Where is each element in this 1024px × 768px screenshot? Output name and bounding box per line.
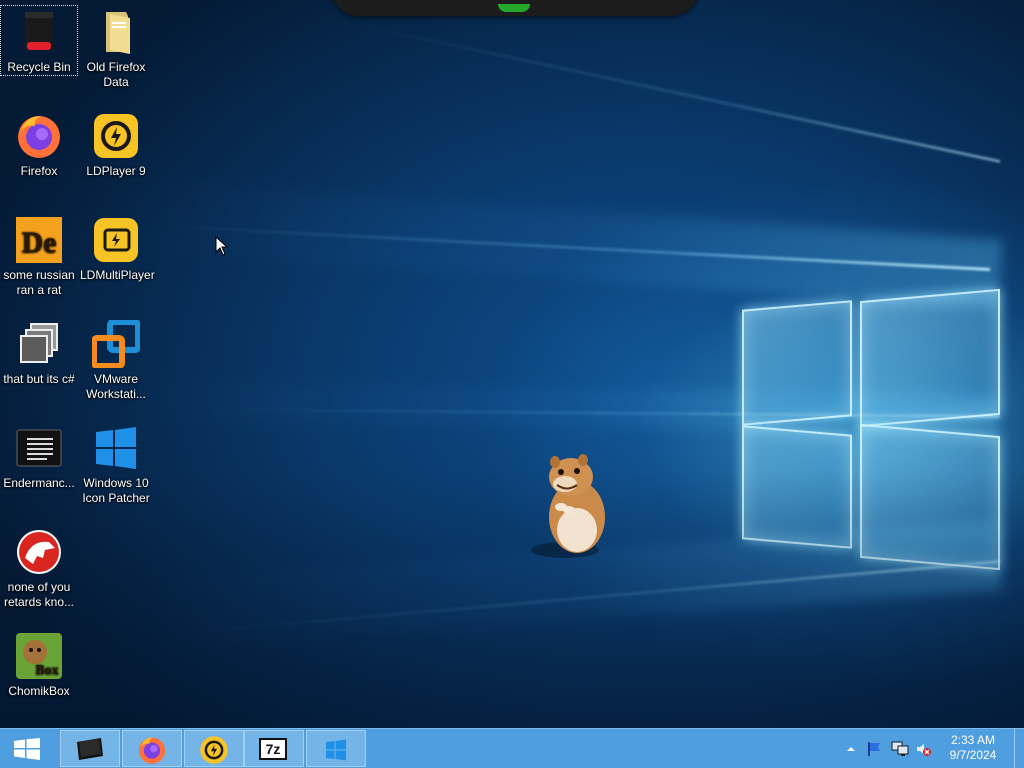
action-center-flag-icon[interactable]: [866, 741, 882, 757]
hamster-image: [531, 454, 605, 558]
ldmultiplayer-icon: [92, 216, 140, 264]
desktop-icon-endermanch[interactable]: Endermanc...: [1, 422, 77, 491]
svg-text:De: De: [22, 226, 57, 259]
folder-icon: [92, 8, 140, 56]
desktop-icon-chomikbox[interactable]: Box ChomikBox: [1, 630, 77, 699]
desktop-wallpaper: Recycle Bin Firefox De some russian ran …: [0, 0, 1024, 728]
start-windows-icon: [14, 738, 40, 760]
network-icon[interactable]: [891, 741, 909, 757]
desktop-icon-ldplayer-9[interactable]: LDPlayer 9: [78, 110, 154, 179]
desktop-icon-firefox[interactable]: Firefox: [1, 110, 77, 179]
windows-logo-icon: [92, 424, 140, 472]
vmware-icon: [91, 319, 141, 369]
taskbar-item-windows-10-icon-patcher[interactable]: [306, 730, 366, 767]
stacked-windows-icon: [15, 320, 63, 368]
taskbar-item-firefox[interactable]: [122, 730, 182, 767]
taskbar-item-ldplayer[interactable]: [184, 730, 244, 767]
clock-date: 9/7/2024: [949, 748, 997, 762]
desktop-icon-windows-10-icon-patcher[interactable]: Windows 10 Icon Patcher: [78, 422, 154, 506]
desktop-icon-old-firefox-data[interactable]: Old Firefox Data: [78, 6, 154, 90]
desktop-icon-some-russian-ran-a-rat[interactable]: De some russian ran a rat: [1, 214, 77, 298]
firefox-icon: [138, 737, 166, 764]
desktop-icon-recycle-bin[interactable]: Recycle Bin: [0, 5, 78, 76]
clock-time: 2:33 AM: [950, 733, 996, 747]
ldplayer-icon: [200, 736, 228, 764]
start-button[interactable]: [0, 730, 54, 767]
red-dinosaur-icon: [15, 528, 63, 576]
clock[interactable]: 2:33 AM 9/7/2024: [938, 733, 1008, 763]
firefox-icon: [15, 112, 63, 160]
show-hidden-icons-chevron-up-icon[interactable]: [845, 741, 861, 757]
ldplayer-icon: [92, 112, 140, 160]
taskbar-item-7zip[interactable]: 7z: [244, 730, 304, 767]
desktop-icon-that-but-its-csharp[interactable]: that but its c#: [1, 318, 77, 387]
svg-text:Box: Box: [35, 663, 58, 678]
windows-logo-icon: [326, 739, 346, 761]
text-document-icon: [15, 424, 63, 472]
volume-muted-icon[interactable]: [915, 741, 931, 757]
desktop-icon-ldmultiplayer[interactable]: LDMultiPlayer: [78, 214, 155, 283]
show-desktop-button[interactable]: [1014, 729, 1024, 768]
7zip-icon: 7z: [259, 738, 287, 760]
wallpaper-logo-pane: [742, 300, 852, 426]
desktop-icon-none-of-you[interactable]: none of you retards kno...: [1, 526, 77, 610]
chomikbox-icon: Box: [15, 632, 63, 680]
taskbar-item-terminal[interactable]: [60, 730, 120, 767]
de-app-icon: De: [15, 216, 63, 264]
taskbar: 7z 2:33 AM 9/7/2024: [0, 728, 1024, 768]
wallpaper-logo-pane: [860, 288, 1000, 428]
desktop-icon-vmware-workstation[interactable]: VMware Workstati...: [78, 318, 154, 402]
mouse-cursor-icon: [215, 236, 229, 256]
terminal-icon: [77, 738, 103, 760]
top-notch-overlay: [330, 0, 700, 16]
recycle-bin-icon: [15, 8, 63, 56]
